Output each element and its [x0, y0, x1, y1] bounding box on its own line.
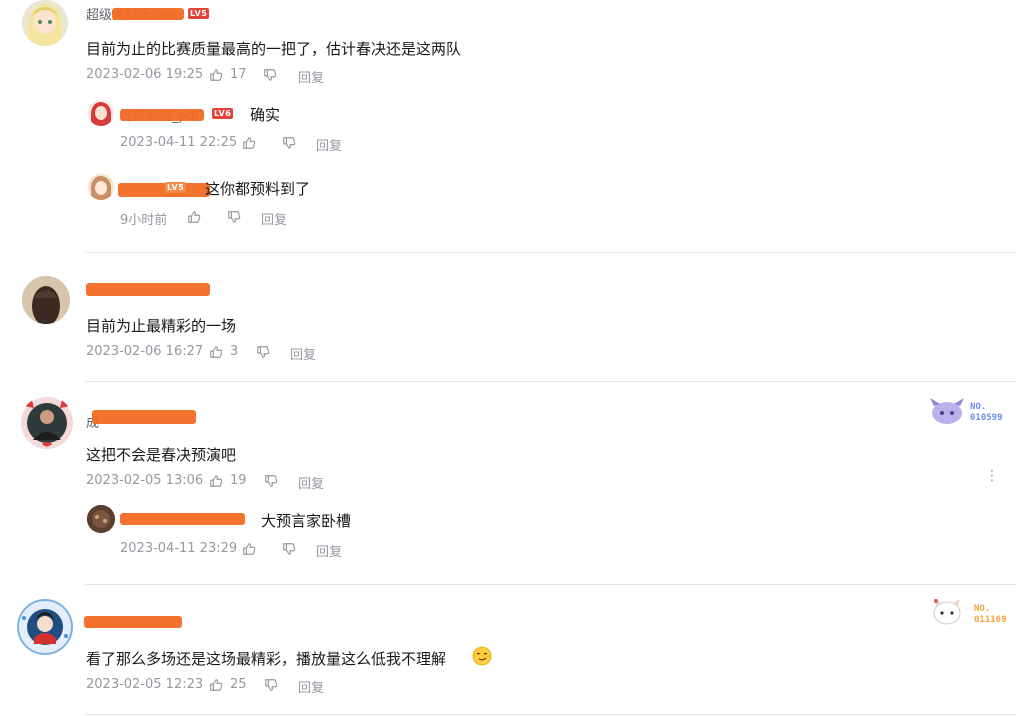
reply-text: 确实 [250, 106, 281, 124]
thumbs-up-icon[interactable] [187, 210, 201, 224]
like-count: 19 [230, 473, 247, 488]
comment-time: 2023-02-06 19:25 [86, 67, 204, 82]
thumbs-up-icon[interactable] [209, 345, 223, 359]
fan-badge-no: NO. [970, 402, 987, 412]
level-badge: LV6 [212, 108, 234, 119]
comment-divider [85, 381, 1017, 382]
comment-time: 2023-02-05 12:23 [86, 677, 204, 692]
comment-time: 2023-02-05 13:06 [86, 473, 204, 488]
avatar[interactable] [20, 396, 74, 450]
redaction-mark [84, 616, 182, 628]
thumbs-down-icon[interactable] [282, 136, 296, 150]
thumbs-down-icon[interactable] [256, 345, 270, 359]
comment-text: 目前为止最精彩的一场 [86, 317, 237, 335]
reply-time: 2023-04-11 22:25 [120, 135, 238, 150]
more-vertical-icon[interactable]: ⋮ [985, 468, 999, 484]
thumbs-up-icon[interactable] [209, 474, 223, 488]
comment-divider [85, 714, 1017, 715]
thumbs-down-icon[interactable] [263, 68, 277, 82]
redaction-mark [86, 283, 210, 296]
reply-time: 2023-04-11 23:29 [120, 541, 238, 556]
reply-button[interactable]: 回复 [298, 67, 324, 86]
reply-button[interactable]: 回复 [261, 209, 287, 228]
thumbs-up-icon[interactable] [242, 136, 256, 150]
level-badge: LV5 [188, 8, 210, 19]
redaction-mark [118, 183, 210, 197]
comment-text: 目前为止的比赛质量最高的一把了，估计春决还是这两队 [86, 40, 462, 58]
avatar[interactable] [22, 0, 68, 46]
thumbs-up-icon[interactable] [242, 542, 256, 556]
like-count: 17 [230, 67, 247, 82]
thumbs-down-icon[interactable] [264, 678, 278, 692]
thumbs-up-icon[interactable] [209, 68, 223, 82]
thumbs-down-icon[interactable] [264, 474, 278, 488]
thumbs-down-icon[interactable] [227, 210, 241, 224]
like-count: 25 [230, 677, 247, 692]
fan-badge-number: 011169 [974, 615, 1007, 625]
avatar[interactable] [87, 505, 115, 533]
comment-divider [85, 584, 1017, 585]
avatar[interactable] [88, 100, 114, 126]
like-count: 3 [230, 344, 239, 359]
fan-badge-no: NO. [974, 604, 991, 614]
avatar[interactable] [88, 174, 114, 200]
avatar[interactable] [16, 598, 74, 656]
redaction-mark [120, 513, 245, 525]
thumbs-up-icon[interactable] [209, 678, 223, 692]
thumbs-down-icon[interactable] [282, 542, 296, 556]
reply-button[interactable]: 回复 [298, 677, 324, 696]
reply-button[interactable]: 回复 [316, 541, 342, 560]
reply-button[interactable]: 回复 [290, 344, 316, 363]
comment-text: 这把不会是春决预演吧 [86, 446, 237, 464]
comment-time: 2023-02-06 16:27 [86, 344, 204, 359]
fan-badge-number: 010599 [970, 413, 1003, 423]
fan-badge-character-icon [930, 398, 964, 424]
redaction-mark [92, 410, 196, 424]
level-badge: LV5 [165, 182, 187, 193]
reply-text: 大预言家卧槽 [261, 512, 352, 530]
avatar[interactable] [22, 276, 70, 324]
fan-badge-character-icon [933, 599, 961, 625]
redaction-mark [120, 109, 204, 121]
redaction-mark [112, 8, 184, 20]
smirk-emoji-icon [472, 646, 492, 666]
reply-text: 这你都预料到了 [205, 180, 311, 198]
reply-time: 9小时前 [120, 213, 168, 228]
comment-text: 看了那么多场还是这场最精彩，播放量这么低我不理解 [86, 650, 447, 668]
comment-divider [85, 252, 1017, 253]
reply-button[interactable]: 回复 [316, 135, 342, 154]
reply-button[interactable]: 回复 [298, 473, 324, 492]
